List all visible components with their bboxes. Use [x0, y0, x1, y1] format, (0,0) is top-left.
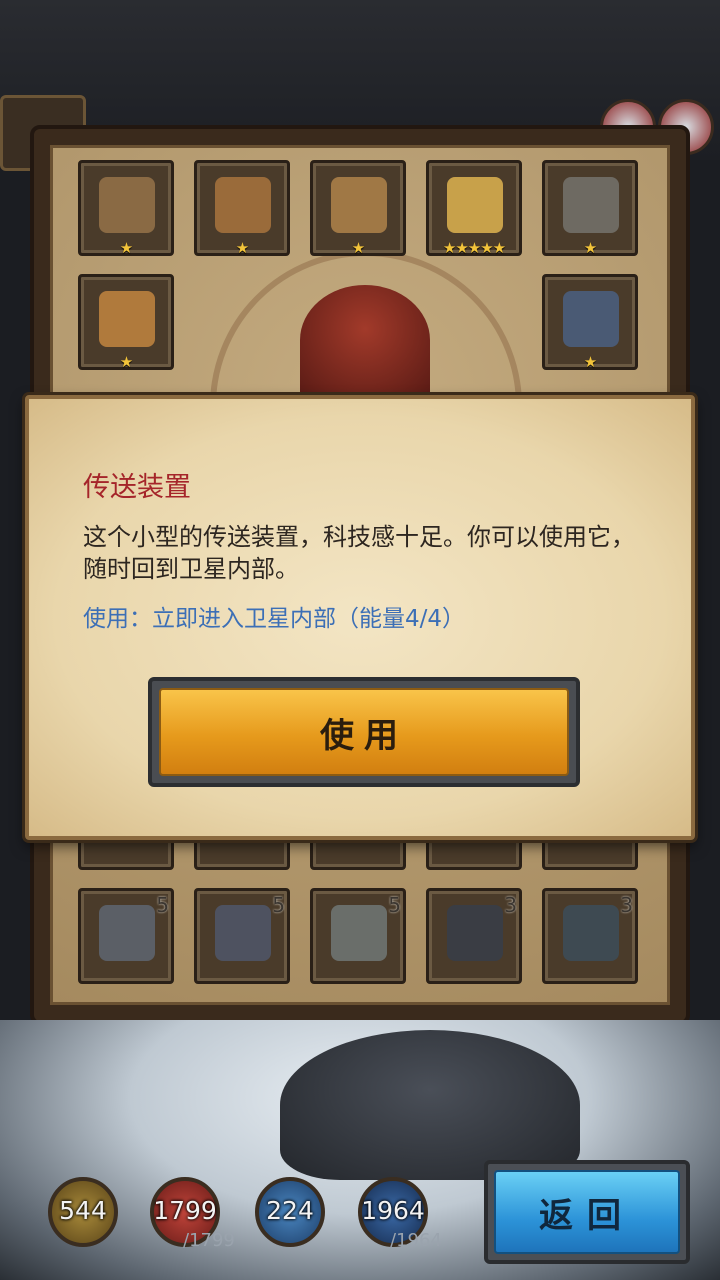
star-rating: ★: [583, 239, 597, 257]
item-title: 传送装置: [83, 472, 191, 503]
armor-icon: [215, 177, 271, 233]
star-rating: ★: [119, 239, 133, 257]
amulet-icon: [563, 177, 619, 233]
equip-slot-armor[interactable]: ★: [194, 160, 290, 257]
machine-wreck-decor: [280, 1030, 580, 1180]
hero-portrait: [300, 285, 430, 395]
helmet-icon: [331, 177, 387, 233]
item-count: 5: [156, 893, 169, 917]
hp-value: 1799: [153, 1196, 217, 1225]
back-button-label: 返回: [494, 1170, 680, 1254]
material-slot-ore[interactable]: 5: [310, 888, 406, 984]
material-slot-metal-chunk[interactable]: 5: [78, 888, 174, 984]
defense-value: 224: [266, 1196, 314, 1225]
mana-max: /1964: [390, 1230, 442, 1251]
use-button-label: 使用: [159, 688, 569, 776]
item-count: 3: [620, 893, 633, 917]
metal-chunk-icon: [99, 905, 155, 961]
equip-slot-amulet[interactable]: ★: [542, 160, 638, 257]
item-count: 5: [272, 893, 285, 917]
equip-slot-helmet[interactable]: ★: [310, 160, 406, 257]
ore-icon: [331, 905, 387, 961]
material-slot-teleport-device[interactable]: 3: [542, 888, 638, 984]
item-count: 5: [388, 893, 401, 917]
star-rating: ★: [119, 353, 133, 371]
gear-part-icon: [215, 905, 271, 961]
item-use-effect: 使用：立即进入卫星内部（能量4/4）: [83, 606, 466, 632]
back-button[interactable]: 返回: [484, 1160, 690, 1264]
hp-max: /1799: [183, 1230, 235, 1251]
star-rating: ★: [351, 239, 365, 257]
material-slot-gear-part[interactable]: 5: [194, 888, 290, 984]
blue-ring-icon: [563, 291, 619, 347]
lantern-icon: [447, 177, 503, 233]
material-slot-device-box[interactable]: 3: [426, 888, 522, 984]
star-rating: ★: [583, 353, 597, 371]
item-count: 3: [504, 893, 517, 917]
ring-icon: [99, 291, 155, 347]
equip-slot-lantern[interactable]: ★★★★★: [426, 160, 522, 257]
attack-value: 544: [59, 1196, 107, 1225]
equip-slot-blue-ring[interactable]: ★: [542, 274, 638, 371]
equip-slot-ring[interactable]: ★: [78, 274, 174, 371]
teleport-device-icon: [563, 905, 619, 961]
device-box-icon: [447, 905, 503, 961]
equip-slot-gauntlet[interactable]: ★: [78, 160, 174, 257]
star-rating: ★: [235, 239, 249, 257]
item-info-dialog: 传送装置 这个小型的传送装置，科技感十足。你可以使用它，随时回到卫星内部。 使用…: [25, 395, 695, 840]
use-button[interactable]: 使用: [148, 677, 580, 787]
star-rating: ★★★★★: [442, 239, 506, 257]
item-description: 这个小型的传送装置，科技感十足。你可以使用它，随时回到卫星内部。: [83, 523, 635, 583]
gauntlet-icon: [99, 177, 155, 233]
mana-value: 1964: [361, 1196, 425, 1225]
